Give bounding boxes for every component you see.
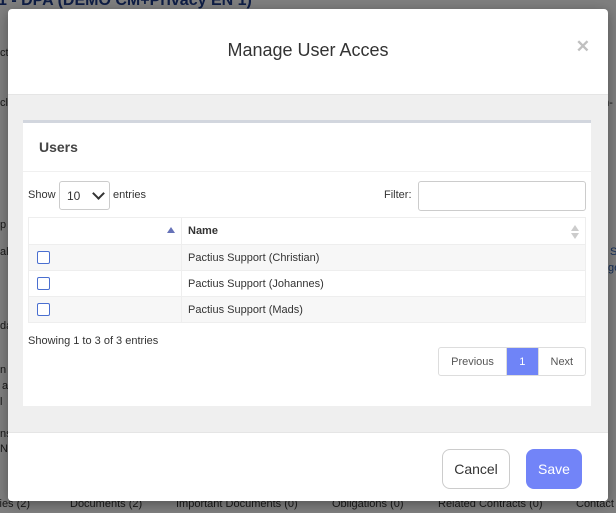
- users-card: Users Show 10 entries Filter: Name Pacti…: [23, 120, 591, 406]
- save-button[interactable]: Save: [526, 449, 582, 489]
- table-info: Showing 1 to 3 of 3 entries: [28, 335, 159, 347]
- user-name: Pactius Support (Christian): [181, 244, 586, 271]
- pagination: Previous 1 Next: [438, 347, 586, 376]
- table-controls: Show 10 entries Filter:: [23, 179, 591, 211]
- modal-header: Manage User Acces ✕: [8, 9, 608, 95]
- show-label: Show: [28, 189, 56, 201]
- page-length-select[interactable]: 10: [59, 181, 110, 210]
- row-checkbox[interactable]: [37, 303, 50, 316]
- row-select-cell: [28, 244, 182, 271]
- user-name: Pactius Support (Johannes): [181, 270, 586, 297]
- filter-label: Filter:: [384, 189, 412, 201]
- select-column-header[interactable]: [28, 217, 182, 245]
- table-row: Pactius Support (Mads): [28, 296, 586, 323]
- manage-user-access-modal: Manage User Acces ✕ Users Show 10 entrie…: [8, 9, 608, 501]
- row-checkbox[interactable]: [37, 277, 50, 290]
- users-table: Name Pactius Support (Christian) Pactius…: [28, 217, 586, 323]
- chevron-down-icon: [92, 187, 105, 200]
- row-checkbox[interactable]: [37, 251, 50, 264]
- user-name: Pactius Support (Mads): [181, 296, 586, 323]
- row-select-cell: [28, 270, 182, 297]
- previous-page-button[interactable]: Previous: [439, 348, 508, 375]
- table-row: Pactius Support (Johannes): [28, 270, 586, 297]
- row-select-cell: [28, 296, 182, 323]
- entries-label: entries: [113, 189, 147, 201]
- card-title: Users: [23, 123, 591, 172]
- page-1-button[interactable]: 1: [507, 348, 538, 375]
- name-column-label: Name: [188, 225, 218, 237]
- sort-icon: [571, 224, 579, 240]
- modal-title: Manage User Acces: [227, 40, 389, 60]
- modal-footer: Cancel Save: [8, 432, 608, 501]
- modal-body: Users Show 10 entries Filter: Name Pacti…: [8, 95, 608, 432]
- cancel-button[interactable]: Cancel: [442, 449, 510, 489]
- name-column-header[interactable]: Name: [181, 217, 586, 245]
- table-row: Pactius Support (Christian): [28, 244, 586, 271]
- filter-input[interactable]: [418, 181, 586, 211]
- next-page-button[interactable]: Next: [537, 348, 585, 375]
- page-length-value: 10: [67, 189, 81, 203]
- close-icon[interactable]: ✕: [576, 37, 590, 57]
- sort-ascending-icon: [167, 227, 175, 233]
